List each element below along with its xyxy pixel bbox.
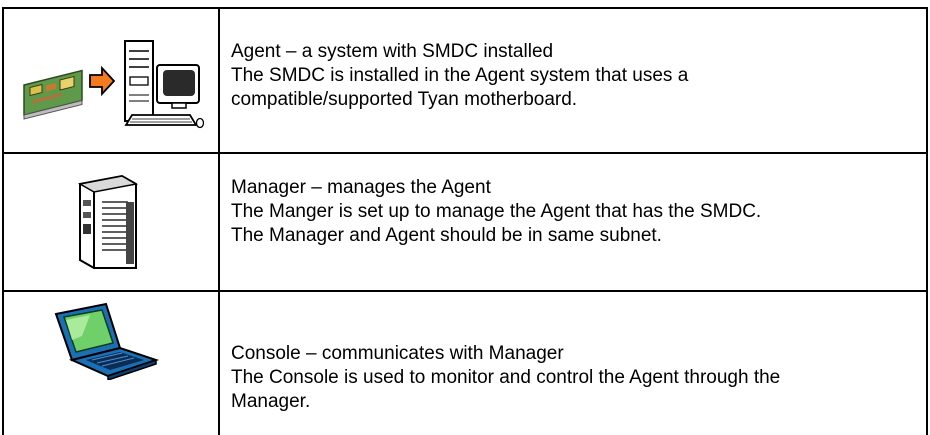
tower-server-icon xyxy=(77,174,139,269)
laptop-icon xyxy=(54,302,160,380)
manager-line-1: The Manger is set up to manage the Agent… xyxy=(231,201,762,222)
console-title: Console – communicates with Manager xyxy=(231,343,564,364)
agent-line-1: The SMDC is installed in the Agent syste… xyxy=(231,65,689,86)
manager-icon-cell xyxy=(66,172,146,272)
manager-title: Manager – manages the Agent xyxy=(231,177,491,198)
agent-icon-cell xyxy=(20,37,205,129)
table-row-agent: Agent – a system with SMDC installed The… xyxy=(0,9,930,152)
agent-line-2: compatible/supported Tyan motherboard. xyxy=(231,89,578,110)
console-line-1: The Console is used to monitor and contr… xyxy=(231,367,781,388)
table-row-console: Console – communicates with Manager The … xyxy=(0,292,930,435)
agent-title: Agent – a system with SMDC installed xyxy=(231,41,554,62)
components-table: Agent – a system with SMDC installed The… xyxy=(0,0,930,435)
console-description: Console – communicates with Manager The … xyxy=(231,342,926,414)
table-row-manager: Manager – manages the Agent The Manger i… xyxy=(0,154,930,290)
console-icon-cell xyxy=(52,300,162,380)
manager-line-2: The Manager and Agent should be in same … xyxy=(231,225,662,246)
console-line-2: Manager. xyxy=(231,391,311,412)
agent-description: Agent – a system with SMDC installed The… xyxy=(231,40,926,112)
expansion-card-into-computer-icon xyxy=(23,40,205,129)
manager-description: Manager – manages the Agent The Manger i… xyxy=(231,176,926,248)
